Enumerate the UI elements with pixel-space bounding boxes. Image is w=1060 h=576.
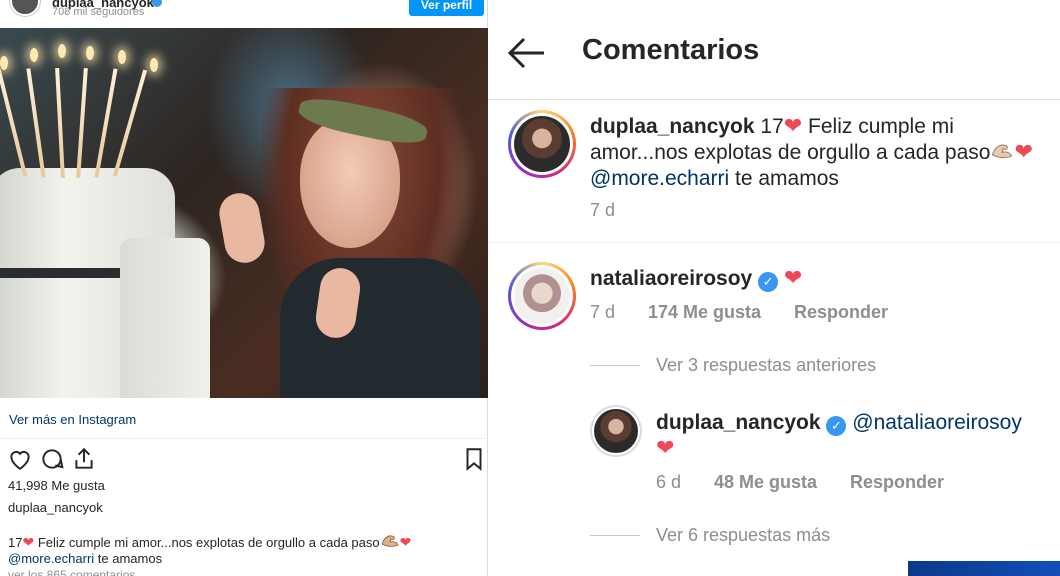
avatar[interactable] [508, 110, 576, 178]
comment-icon[interactable] [39, 446, 65, 472]
page-title: Comentarios [582, 34, 760, 66]
divider [488, 242, 1060, 243]
post-photo[interactable] [0, 28, 488, 398]
comments-screen: Comentarios duplaa_nancyok 17❤ Feliz cum… [488, 0, 1060, 576]
divider [0, 438, 488, 439]
comments-header: Comentarios [488, 0, 1060, 100]
comment-row: nataliaoreirosoy ✓ ❤ [590, 266, 802, 292]
caption-comment: duplaa_nancyok 17❤ Feliz cumple mi amor.… [590, 114, 1050, 192]
comment-time: 6 d [656, 472, 682, 492]
heart-emoji: ❤ [1014, 139, 1033, 164]
view-all-comments-link[interactable]: ver los 865 comentarios [8, 568, 135, 576]
comment-time: 7 d [590, 200, 616, 220]
view-profile-button[interactable]: Ver perfil [409, 0, 484, 16]
comment-likes[interactable]: 48 Me gusta [714, 472, 817, 493]
bookmark-icon[interactable] [461, 446, 487, 472]
dress [280, 258, 480, 398]
heart-emoji: ❤ [783, 265, 803, 290]
verified-icon [152, 0, 162, 7]
embed-avatar[interactable] [10, 0, 40, 16]
caption-mention[interactable]: @more.echarri [8, 551, 94, 566]
comment-text: 17 [754, 115, 784, 138]
heart-emoji: ❤ [22, 534, 35, 550]
reply-button[interactable]: Responder [850, 472, 944, 493]
view-more-replies[interactable]: Ver 6 respuestas más [656, 525, 830, 546]
embed-header: duplaa_nancyok 708 mil seguidores Ver pe… [0, 0, 488, 28]
post-caption: 17❤ Feliz cumple mi amor...nos explotas … [8, 532, 478, 567]
comment-likes[interactable]: 174 Me gusta [648, 302, 761, 323]
avatar[interactable] [508, 262, 576, 330]
verified-icon: ✓ [758, 272, 779, 292]
post-owner[interactable]: duplaa_nancyok [8, 500, 103, 515]
flexed-biceps-icon [992, 144, 1013, 159]
comment-text: te amamos [729, 167, 839, 190]
corner-overlay [908, 561, 1060, 576]
screenshot-collage: duplaa_nancyok 708 mil seguidores Ver pe… [0, 0, 1060, 576]
avatar[interactable] [590, 405, 642, 457]
likes-count: 41,998 Me gusta [8, 478, 105, 493]
thread-line [590, 535, 640, 536]
flexed-biceps-icon [381, 535, 399, 547]
reply-button[interactable]: Responder [794, 302, 888, 323]
action-bar [7, 446, 487, 472]
comment-username[interactable]: duplaa_nancyok [590, 115, 755, 138]
share-icon[interactable] [71, 446, 97, 472]
view-more-link[interactable]: Ver más en Instagram [9, 412, 136, 427]
heart-emoji: ❤ [783, 113, 803, 138]
heart-emoji: ❤ [656, 435, 675, 460]
caption-end: te amamos [94, 551, 163, 566]
view-previous-replies[interactable]: Ver 3 respuestas anteriores [656, 355, 876, 376]
comment-mention[interactable]: @nataliaoreirosoy [852, 411, 1022, 434]
heart-emoji: ❤ [399, 534, 412, 550]
comment-time: 7 d [590, 302, 616, 322]
verified-icon: ✓ [826, 416, 847, 436]
instagram-embed: duplaa_nancyok 708 mil seguidores Ver pe… [0, 0, 488, 576]
comment-username[interactable]: nataliaoreirosoy [590, 267, 752, 290]
embed-followers: 708 mil seguidores [52, 6, 145, 18]
comment-username[interactable]: duplaa_nancyok [656, 411, 821, 434]
caption-number: 17 [8, 535, 23, 550]
thread-line [590, 365, 640, 366]
back-arrow-icon[interactable] [506, 36, 546, 70]
comment-mention[interactable]: @more.echarri [590, 167, 729, 190]
cake-lower-tier [120, 238, 210, 398]
heart-icon[interactable] [7, 446, 33, 472]
reply-row: duplaa_nancyok ✓ @nataliaoreirosoy ❤ [656, 410, 1051, 462]
caption-text: Feliz cumple mi amor...nos explotas de o… [34, 535, 380, 550]
